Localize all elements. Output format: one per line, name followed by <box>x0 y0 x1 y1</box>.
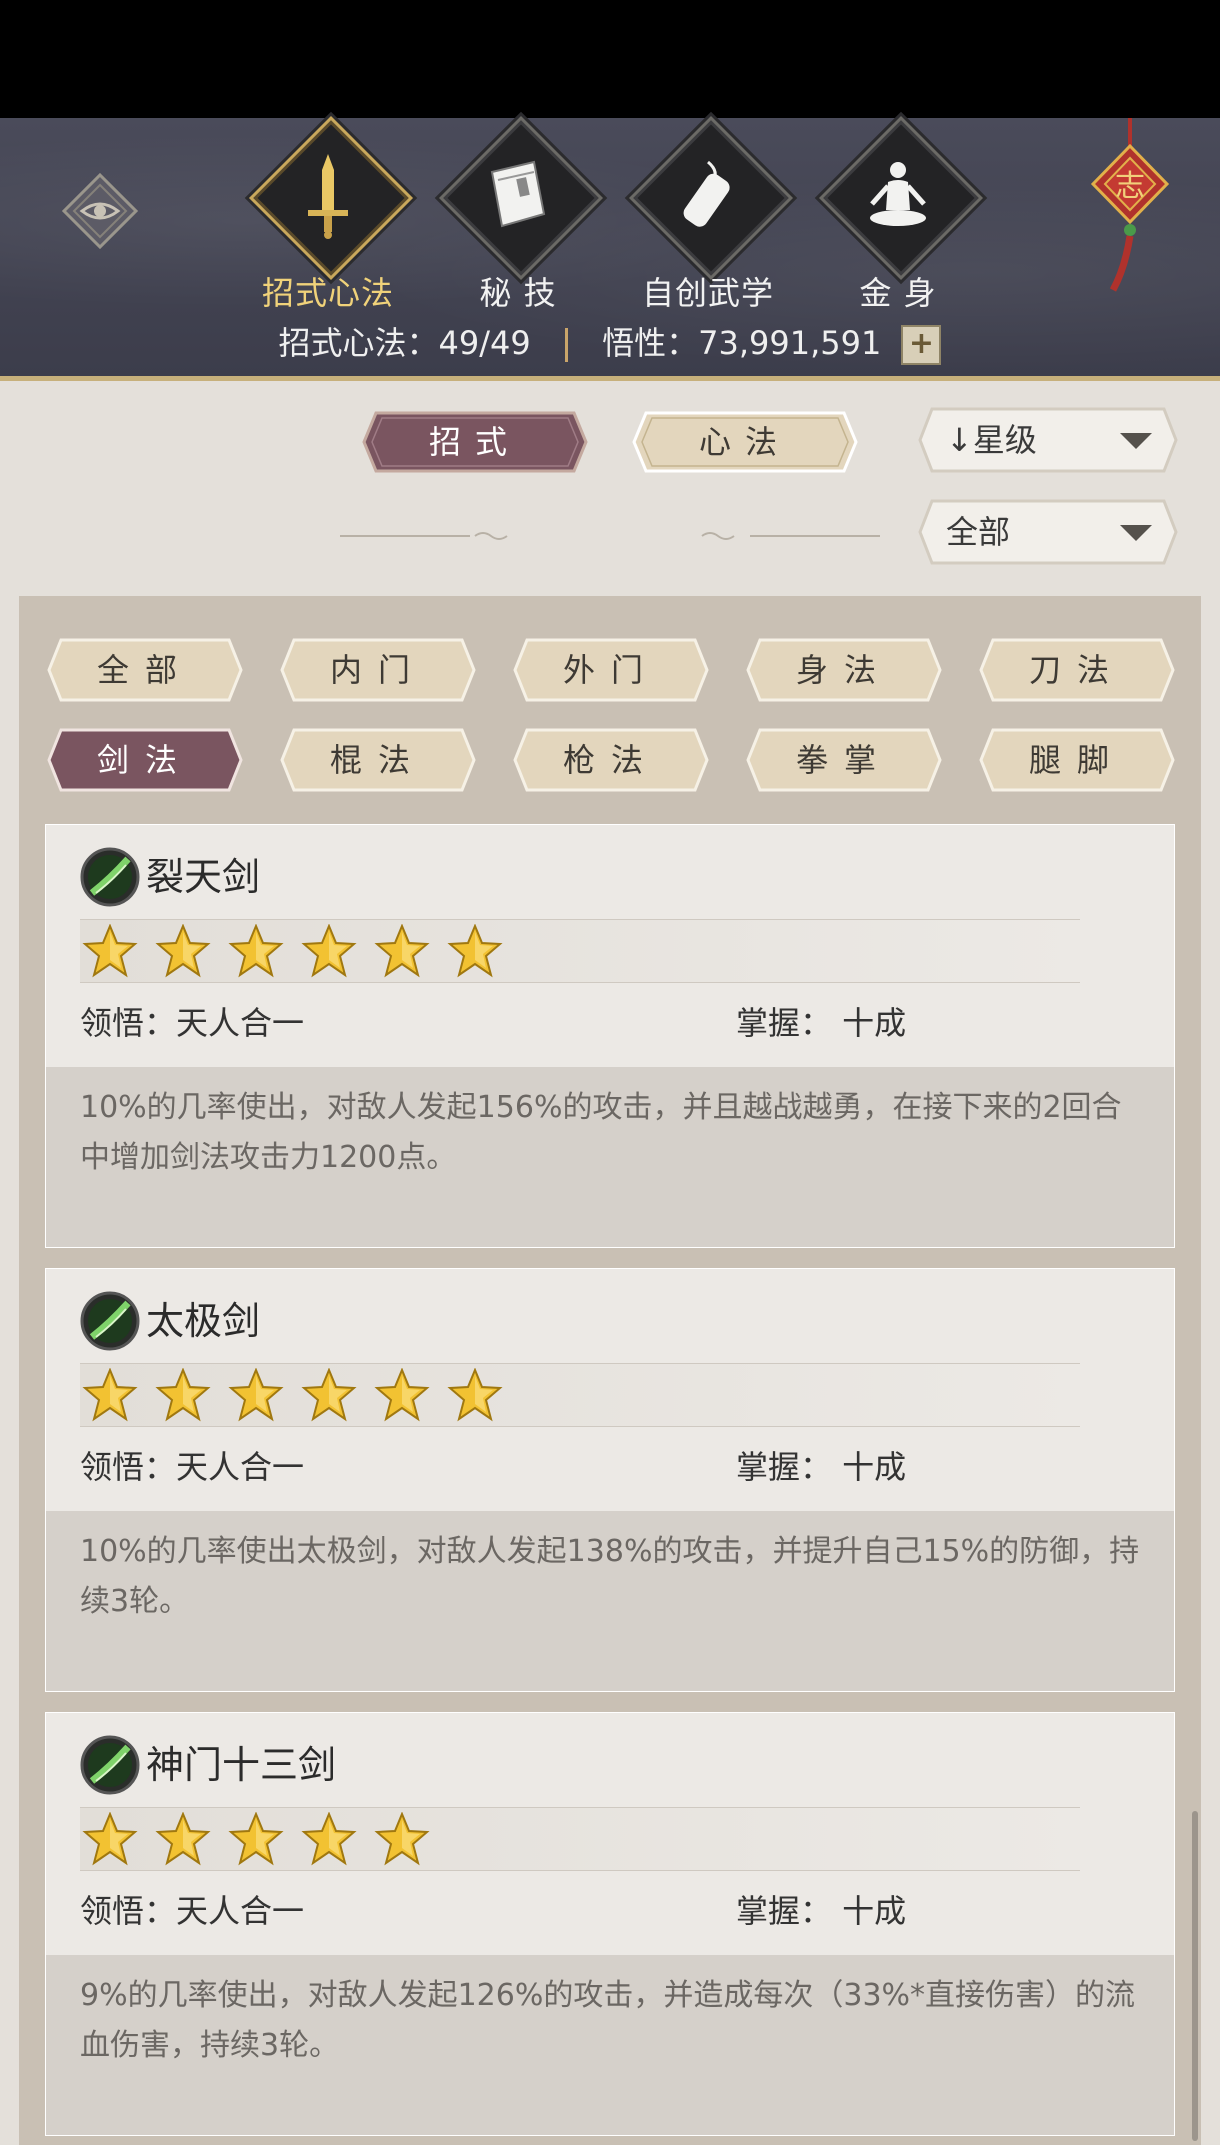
star-icon <box>447 923 503 978</box>
star-icon <box>82 1367 138 1422</box>
header: 招式心法 秘 技 自创武学 金 身 志 招式心法：49/49 悟性：73,991… <box>0 115 1220 381</box>
mastery-label: 掌握： 十成 <box>736 1448 907 1486</box>
tab-moves[interactable]: 招式心法 <box>248 115 414 320</box>
segment-mental-arts[interactable]: 心法 <box>632 411 858 473</box>
book-icon <box>490 160 546 228</box>
skill-card[interactable]: 神门十三剑 领悟：天人合一 掌握： 十成 9%的几率使出，对敌人发起126%的攻… <box>45 1712 1175 2136</box>
skill-description: 10%的几率使出，对敌人发起156%的攻击，并且越战越勇，在接下来的2回合中增加… <box>80 1090 1122 1175</box>
category-movement[interactable]: 身法 <box>746 638 942 702</box>
comprehension-label: 领悟：天人合一 <box>80 1448 305 1486</box>
svg-text:志: 志 <box>1115 169 1145 204</box>
skill-description: 10%的几率使出太极剑，对敌人发起138%的攻击，并提升自己15%的防御，持续3… <box>80 1534 1140 1619</box>
chevron-down-icon <box>1120 433 1152 449</box>
star-icon <box>301 1367 357 1422</box>
comprehension-label: 领悟：天人合一 <box>80 1892 305 1930</box>
skill-description: 9%的几率使出，对敌人发起126%的攻击，并造成每次（33%*直接伤害）的流血伤… <box>80 1978 1136 2063</box>
sword-icon <box>308 154 348 239</box>
category-outer[interactable]: 外门 <box>513 638 709 702</box>
divider-ornament <box>340 532 508 540</box>
skills-panel: 全部 内门 外门 身法 刀法 剑法 棍法 枪法 拳掌 腿脚 裂天剑 领悟：天人合… <box>19 596 1201 2145</box>
star-icon <box>155 1367 211 1422</box>
divider-ornament <box>701 532 880 540</box>
category-leg[interactable]: 腿脚 <box>979 728 1175 792</box>
sort-dropdown[interactable]: ↓星级 <box>918 407 1178 473</box>
star-rating <box>80 1363 1080 1427</box>
add-insight-button[interactable]: + <box>901 325 942 365</box>
skill-card[interactable]: 裂天剑 领悟：天人合一 掌握： 十成 10%的几率使出，对敌人发起156%的攻击… <box>45 824 1175 1248</box>
knot-ornament-icon[interactable]: 志 <box>1085 118 1175 298</box>
star-rating <box>80 919 1080 983</box>
tab-secret-skills[interactable]: 秘 技 <box>438 115 604 320</box>
mastery-label: 掌握： 十成 <box>736 1892 907 1930</box>
sword-skill-icon <box>80 1291 140 1351</box>
sword-skill-icon <box>80 847 140 907</box>
status-bar <box>0 0 1220 118</box>
star-icon <box>82 1811 138 1866</box>
star-icon <box>228 1367 284 1422</box>
meditation-icon <box>870 162 926 226</box>
stats-line: 招式心法：49/49 悟性：73,991,591 + <box>0 318 1220 368</box>
eye-icon[interactable] <box>62 173 138 249</box>
star-icon <box>374 923 430 978</box>
mastery-label: 掌握： 十成 <box>736 1004 907 1042</box>
star-icon <box>447 1367 503 1422</box>
category-inner[interactable]: 内门 <box>280 638 476 702</box>
category-blade[interactable]: 刀法 <box>979 638 1175 702</box>
filter-dropdown[interactable]: 全部 <box>918 499 1178 565</box>
star-icon <box>374 1367 430 1422</box>
star-rating <box>80 1807 1080 1871</box>
skill-name: 神门十三剑 <box>146 1743 337 1787</box>
star-icon <box>155 1811 211 1866</box>
star-icon <box>301 923 357 978</box>
skill-name: 太极剑 <box>146 1299 261 1343</box>
comprehension-label: 领悟：天人合一 <box>80 1004 305 1042</box>
skill-card[interactable]: 太极剑 领悟：天人合一 掌握： 十成 10%的几率使出太极剑，对敌人发起138%… <box>45 1268 1175 1692</box>
scrollbar[interactable] <box>1192 1811 1198 2141</box>
star-icon <box>301 1811 357 1866</box>
category-staff[interactable]: 棍法 <box>280 728 476 792</box>
category-fist[interactable]: 拳掌 <box>746 728 942 792</box>
scroll-icon <box>683 160 730 227</box>
segment-moves[interactable]: 招式 <box>362 411 588 473</box>
category-sword[interactable]: 剑法 <box>47 728 243 792</box>
skill-name: 裂天剑 <box>146 855 261 899</box>
tab-self-created[interactable]: 自创武学 <box>628 115 794 320</box>
star-icon <box>228 1811 284 1866</box>
tab-golden-body[interactable]: 金 身 <box>818 115 984 320</box>
star-icon <box>374 1811 430 1866</box>
sword-skill-icon <box>80 1735 140 1795</box>
sort-arrow-icon: ↓ <box>946 421 973 459</box>
category-all[interactable]: 全部 <box>47 638 243 702</box>
chevron-down-icon <box>1120 525 1152 541</box>
content-area: 招式 心法 ↓星级 全部 全部 内门 外门 身法 刀法 剑法 棍法 枪法 拳掌 … <box>0 381 1220 2145</box>
star-icon <box>82 923 138 978</box>
category-spear[interactable]: 枪法 <box>513 728 709 792</box>
star-icon <box>228 923 284 978</box>
star-icon <box>155 923 211 978</box>
